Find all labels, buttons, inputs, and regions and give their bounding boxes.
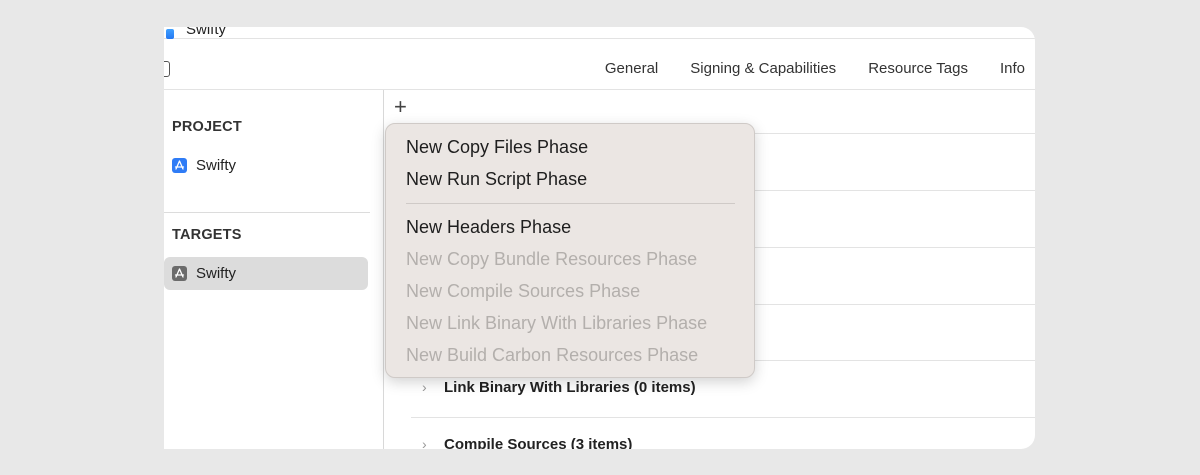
tab-general[interactable]: General <box>589 60 674 77</box>
phase-label: Compile Sources (3 items) <box>444 436 633 449</box>
editor-tab-bar: General Signing & Capabilities Resource … <box>164 49 1035 90</box>
menu-item-new-compile-sources-phase: New Compile Sources Phase <box>406 281 641 301</box>
phase-row-link-binary[interactable]: › Link Binary With Libraries (0 items) <box>422 379 696 396</box>
add-phase-button[interactable]: + <box>394 96 407 118</box>
menu-item-new-link-binary-phase: New Link Binary With Libraries Phase <box>406 313 708 333</box>
tabs: General Signing & Capabilities Resource … <box>589 60 1025 77</box>
sidebar-item-project[interactable]: Swifty <box>164 149 368 182</box>
tab-info[interactable]: Info <box>984 60 1025 77</box>
window-title: Swifty <box>186 27 227 38</box>
sidebar-toggle-icon[interactable] <box>164 61 170 77</box>
tab-signing-capabilities[interactable]: Signing & Capabilities <box>674 60 852 77</box>
project-header: PROJECT <box>172 119 242 135</box>
chevron-right-icon[interactable]: › <box>422 436 444 449</box>
menu-item-new-copy-bundle-resources-phase: New Copy Bundle Resources Phase <box>406 249 698 269</box>
menu-item-new-copy-files-phase[interactable]: New Copy Files Phase <box>406 137 588 158</box>
sidebar-item-label: Swifty <box>196 265 237 282</box>
project-navigator: PROJECT Swifty TARGETS Swifty <box>164 90 384 449</box>
app-target-icon <box>172 266 187 281</box>
sidebar-divider <box>164 212 370 213</box>
title-strip: Swifty <box>164 27 1035 39</box>
menu-item-new-headers-phase[interactable]: New Headers Phase <box>406 217 571 238</box>
tab-resource-tags[interactable]: Resource Tags <box>852 60 984 77</box>
targets-header: TARGETS <box>172 227 242 243</box>
menu-item-new-build-carbon-resources-phase: New Build Carbon Resources Phase <box>406 345 699 365</box>
sidebar-item-target[interactable]: Swifty <box>164 257 368 290</box>
phase-label: Link Binary With Libraries (0 items) <box>444 379 696 396</box>
chevron-right-icon[interactable]: › <box>422 379 444 395</box>
phase-row-compile-sources[interactable]: › Compile Sources (3 items) <box>422 436 632 449</box>
menu-item-new-run-script-phase[interactable]: New Run Script Phase <box>406 169 587 190</box>
app-store-icon <box>172 158 187 173</box>
row-divider <box>411 417 1035 418</box>
sidebar-item-label: Swifty <box>196 157 237 174</box>
add-phase-menu: New Copy Files Phase New Run Script Phas… <box>385 123 755 378</box>
app-icon <box>166 29 174 39</box>
menu-separator <box>406 203 735 204</box>
